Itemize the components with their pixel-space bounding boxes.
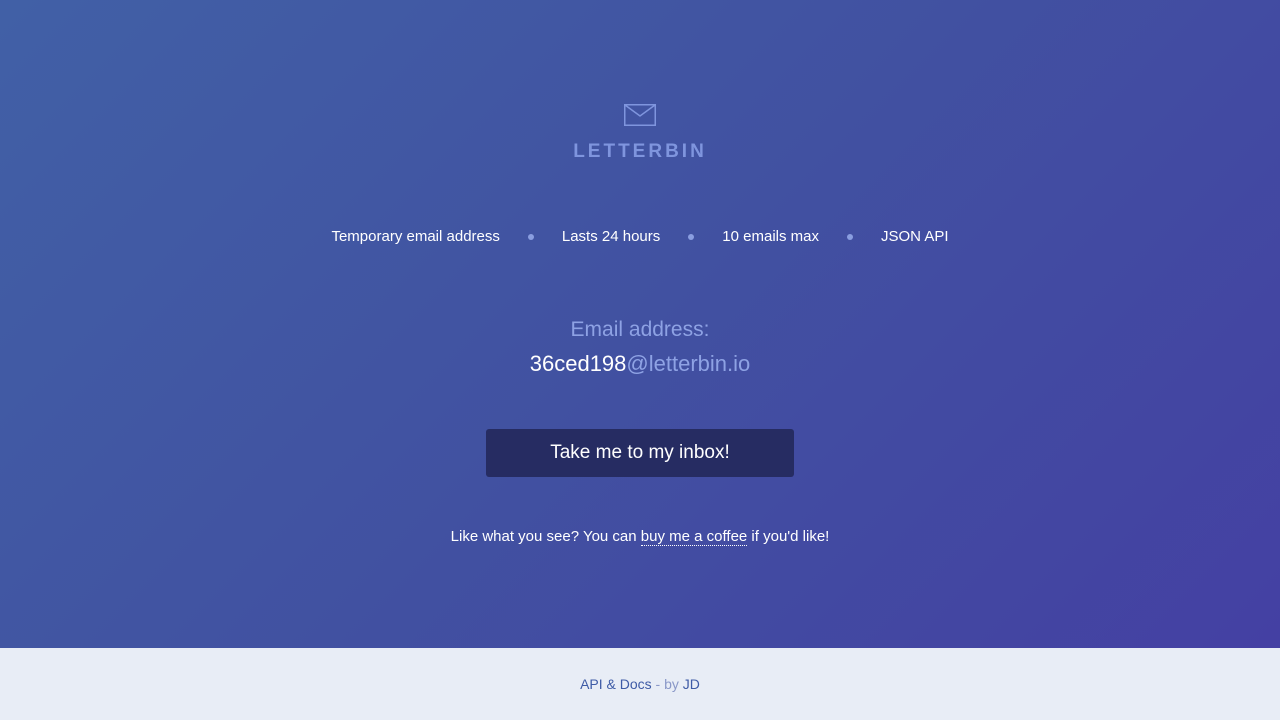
logo: [0, 104, 1280, 131]
bullet-dot: [688, 233, 695, 240]
api-docs-link[interactable]: API & Docs: [580, 676, 652, 692]
feature-lasts-24-hours: Lasts 24 hours: [561, 228, 661, 245]
author-link[interactable]: JD: [683, 676, 700, 692]
buy-coffee-link[interactable]: buy me a coffee: [640, 528, 748, 546]
brand-name: LETTERBIN: [573, 141, 707, 162]
footer-separator: - by: [651, 676, 683, 692]
coffee-prefix: Like what you see? You can: [450, 528, 641, 545]
bullet-dot: [527, 233, 534, 240]
email-local-part: 36ced198: [529, 351, 627, 376]
feature-json-api: JSON API: [880, 228, 949, 245]
coffee-message: Like what you see? You can buy me a coff…: [0, 528, 1280, 546]
email-address: 36ced198@letterbin.io: [0, 351, 1280, 377]
feature-temporary-email: Temporary email address: [331, 228, 500, 245]
envelope-icon: [624, 104, 656, 126]
feature-10-emails-max: 10 emails max: [722, 228, 819, 245]
hero-section: LETTERBIN Temporary email address Lasts …: [0, 0, 1280, 648]
email-domain: @letterbin.io: [626, 351, 751, 376]
inbox-button[interactable]: Take me to my inbox!: [486, 429, 794, 477]
footer: API & Docs - by JD: [0, 648, 1280, 720]
coffee-suffix: if you'd like!: [747, 528, 830, 545]
bullet-dot: [846, 233, 853, 240]
email-label: Email address:: [570, 318, 710, 341]
features-list: Temporary email address Lasts 24 hours 1…: [0, 228, 1280, 245]
